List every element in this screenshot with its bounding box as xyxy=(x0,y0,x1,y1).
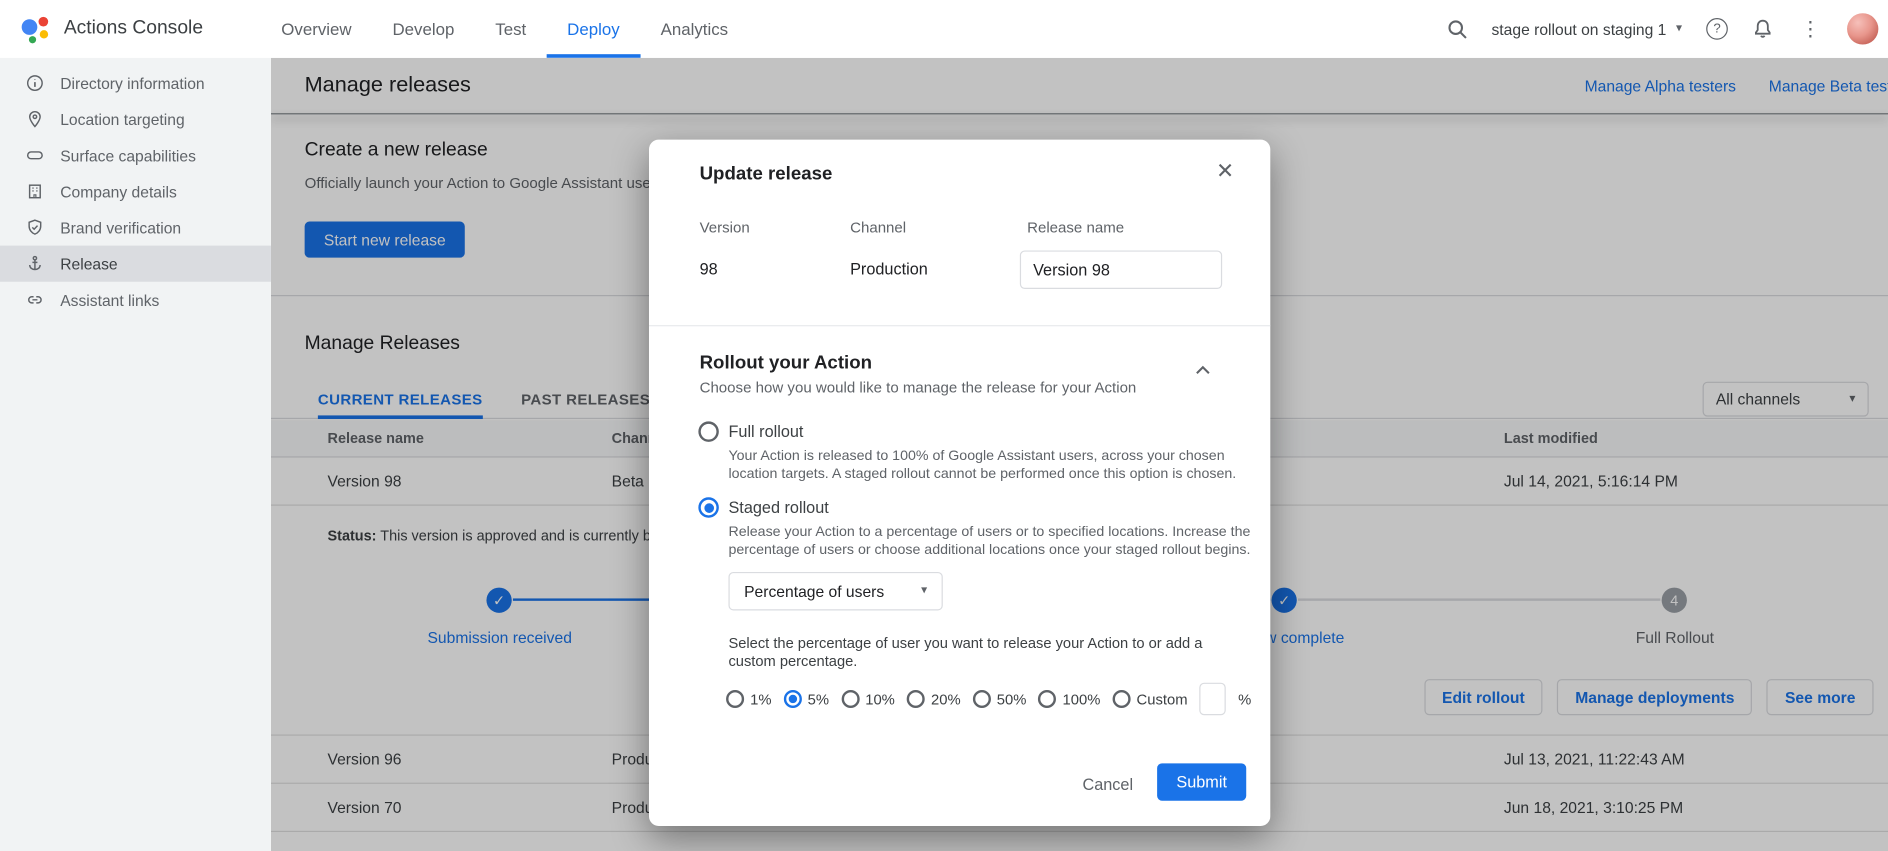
channel-value: Production xyxy=(850,260,928,278)
sidebar-item-directory-information[interactable]: Directory information xyxy=(0,65,271,101)
top-bar-actions: stage rollout on staging 1 ▾ ? ⋮ xyxy=(1446,13,1888,44)
actions-console-app: Actions Console Overview Develop Test De… xyxy=(0,0,1888,851)
radio-icon xyxy=(1112,690,1130,708)
user-avatar[interactable] xyxy=(1847,13,1878,44)
chevron-up-icon[interactable] xyxy=(1193,361,1212,380)
percentage-radio-group: 1% 5% 10% 20% 50% 100% xyxy=(726,683,1251,716)
full-rollout-label[interactable]: Full rollout xyxy=(728,423,803,441)
cancel-button[interactable]: Cancel xyxy=(1075,771,1140,799)
nav-tab-analytics[interactable]: Analytics xyxy=(640,0,748,58)
nav-tab-develop[interactable]: Develop xyxy=(372,0,475,58)
caret-down-icon: ▾ xyxy=(921,585,927,597)
version-label: Version xyxy=(700,219,750,236)
dialog-divider xyxy=(649,325,1270,326)
sidebar-item-assistant-links[interactable]: Assistant links xyxy=(0,282,271,318)
percent-option-50[interactable]: 50% xyxy=(973,690,1027,708)
kebab-menu-icon[interactable]: ⋮ xyxy=(1798,19,1823,39)
full-rollout-radio[interactable] xyxy=(698,421,718,441)
deploy-sidebar: Directory information Location targeting… xyxy=(0,58,271,851)
primary-nav: Overview Develop Test Deploy Analytics xyxy=(261,0,749,58)
info-icon xyxy=(25,73,44,92)
radio-icon xyxy=(973,690,991,708)
notifications-bell-icon[interactable] xyxy=(1752,18,1774,40)
location-pin-icon xyxy=(25,110,44,129)
percent-option-100[interactable]: 100% xyxy=(1038,690,1100,708)
rollout-section-title: Rollout your Action xyxy=(700,353,872,375)
project-name: stage rollout on staging 1 xyxy=(1491,20,1666,38)
version-value: 98 xyxy=(700,260,718,278)
rollout-method-select[interactable]: Percentage of users ▾ xyxy=(728,572,942,611)
anchor-icon xyxy=(25,254,44,273)
radio-icon xyxy=(726,690,744,708)
shield-check-icon xyxy=(25,218,44,237)
radio-icon xyxy=(841,690,859,708)
building-icon xyxy=(25,182,44,201)
nav-tab-test[interactable]: Test xyxy=(475,0,547,58)
release-name-label: Release name xyxy=(1027,219,1124,236)
link-icon xyxy=(25,290,44,309)
staged-rollout-label[interactable]: Staged rollout xyxy=(728,498,828,516)
release-name-input[interactable] xyxy=(1020,250,1222,289)
top-bar: Actions Console Overview Develop Test De… xyxy=(0,0,1888,58)
radio-selected-icon xyxy=(784,690,802,708)
dialog-title: Update release xyxy=(700,164,833,186)
sidebar-item-location-targeting[interactable]: Location targeting xyxy=(0,101,271,137)
project-selector[interactable]: stage rollout on staging 1 ▾ xyxy=(1491,20,1682,38)
full-rollout-description: Your Action is released to 100% of Googl… xyxy=(728,447,1253,482)
percentage-hint-text: Select the percentage of user you want t… xyxy=(728,635,1246,671)
rollout-section-subtitle: Choose how you would like to manage the … xyxy=(700,379,1137,396)
caret-down-icon: ▾ xyxy=(1676,23,1682,35)
sidebar-item-release[interactable]: Release xyxy=(0,246,271,282)
radio-icon xyxy=(907,690,925,708)
nav-tab-overview[interactable]: Overview xyxy=(261,0,372,58)
percent-option-1[interactable]: 1% xyxy=(726,690,771,708)
close-icon[interactable]: ✕ xyxy=(1216,159,1234,184)
capsule-icon xyxy=(25,146,44,165)
update-release-dialog: Update release ✕ Version Channel Release… xyxy=(649,140,1270,826)
percent-option-5[interactable]: 5% xyxy=(784,690,829,708)
actions-console-logo-icon xyxy=(20,13,51,44)
percent-option-20[interactable]: 20% xyxy=(907,690,961,708)
app-title: Actions Console xyxy=(64,18,203,40)
submit-button[interactable]: Submit xyxy=(1157,763,1246,800)
percent-option-custom[interactable]: Custom xyxy=(1112,690,1187,708)
nav-tab-deploy[interactable]: Deploy xyxy=(547,0,640,58)
staged-rollout-description: Release your Action to a percentage of u… xyxy=(728,523,1253,558)
help-icon[interactable]: ? xyxy=(1706,18,1728,40)
search-icon[interactable] xyxy=(1446,18,1468,40)
custom-percent-input[interactable] xyxy=(1200,683,1226,716)
staged-rollout-radio[interactable] xyxy=(698,497,718,517)
percent-suffix: % xyxy=(1238,691,1251,708)
percent-option-10[interactable]: 10% xyxy=(841,690,895,708)
sidebar-item-surface-capabilities[interactable]: Surface capabilities xyxy=(0,137,271,173)
sidebar-item-brand-verification[interactable]: Brand verification xyxy=(0,210,271,246)
channel-label: Channel xyxy=(850,219,906,236)
radio-icon xyxy=(1038,690,1056,708)
sidebar-item-company-details[interactable]: Company details xyxy=(0,173,271,209)
